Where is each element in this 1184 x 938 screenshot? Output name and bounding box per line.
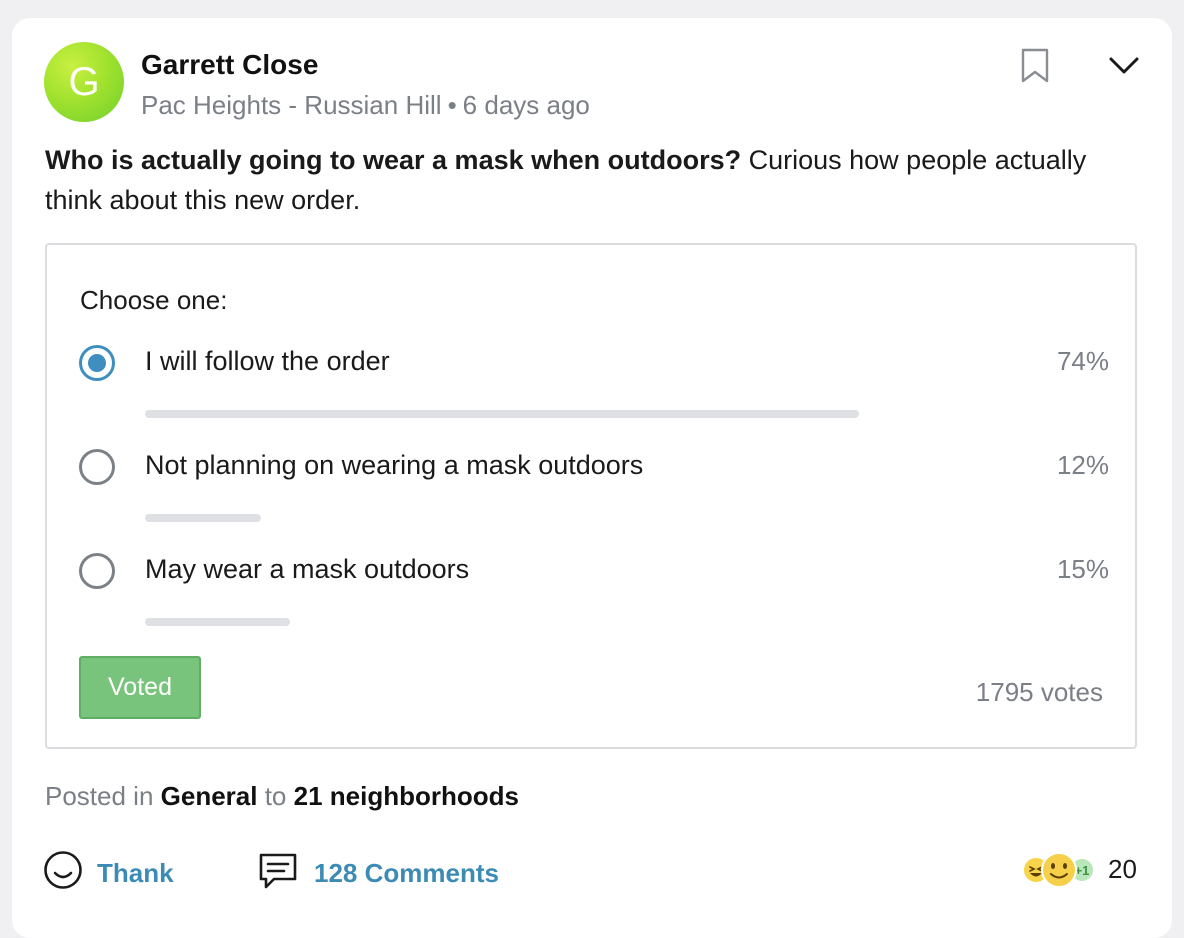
bookmark-icon[interactable] — [1020, 48, 1050, 84]
poll-result-bar-fill — [145, 514, 261, 522]
reaction-count: 20 — [1108, 854, 1137, 884]
poll-option[interactable]: May wear a mask outdoors 15% — [79, 553, 1109, 626]
neighborhood-label[interactable]: Pac Heights - Russian Hill — [141, 90, 442, 120]
poll-option[interactable]: I will follow the order 74% — [79, 345, 1109, 418]
radio-button-selected[interactable] — [79, 345, 115, 381]
poll-result-bar — [145, 514, 1065, 522]
post-body: Who is actually going to wear a mask whe… — [45, 140, 1105, 220]
category-link[interactable]: General — [161, 781, 258, 811]
poll-title: Choose one: — [80, 285, 228, 315]
poll-option-label: I will follow the order — [145, 346, 390, 376]
speech-bubble-icon — [259, 853, 297, 889]
poll: Choose one: I will follow the order 74% … — [45, 243, 1137, 749]
comments-label: 128 Comments — [314, 858, 499, 888]
post-meta: Pac Heights - Russian Hill • 6 days ago — [141, 90, 590, 121]
chevron-down-icon[interactable] — [1108, 54, 1140, 76]
author-name[interactable]: Garrett Close — [141, 49, 318, 81]
post-headline: Who is actually going to wear a mask whe… — [45, 145, 742, 175]
vote-count: 1795 votes — [975, 677, 1103, 707]
poll-result-bar — [145, 618, 1065, 626]
poll-result-bar-fill — [145, 410, 859, 418]
poll-option-percent: 15% — [1056, 554, 1109, 584]
posted-in-line: Posted in General to 21 neighborhoods — [45, 781, 519, 812]
poll-option[interactable]: Not planning on wearing a mask outdoors … — [79, 449, 1109, 522]
posted-to-word: to — [264, 781, 287, 811]
poll-result-bar-fill — [145, 618, 290, 626]
comments-button[interactable]: 128 Comments — [257, 850, 507, 892]
poll-option-percent: 12% — [1056, 450, 1109, 480]
meta-separator: • — [447, 90, 457, 120]
poll-option-label: May wear a mask outdoors — [145, 554, 470, 584]
thank-button[interactable]: Thank — [43, 850, 183, 892]
radio-button[interactable] — [79, 553, 115, 589]
thank-label: Thank — [97, 858, 174, 888]
smile-emoji-icon — [1041, 852, 1077, 888]
post-card: G Garrett Close Pac Heights - Russian Hi… — [12, 18, 1172, 938]
smiley-icon — [44, 851, 82, 889]
poll-result-bar — [145, 410, 1065, 418]
posted-in-prefix: Posted in — [45, 781, 154, 811]
poll-option-percent: 74% — [1056, 346, 1109, 376]
avatar[interactable]: G — [44, 42, 124, 122]
audience-link[interactable]: 21 neighborhoods — [294, 781, 519, 811]
voted-button[interactable]: Voted — [79, 656, 201, 719]
reactions-summary[interactable]: +1 — [1018, 850, 1098, 890]
timestamp: 6 days ago — [462, 90, 590, 120]
poll-option-label: Not planning on wearing a mask outdoors — [145, 450, 644, 480]
radio-button[interactable] — [79, 449, 115, 485]
